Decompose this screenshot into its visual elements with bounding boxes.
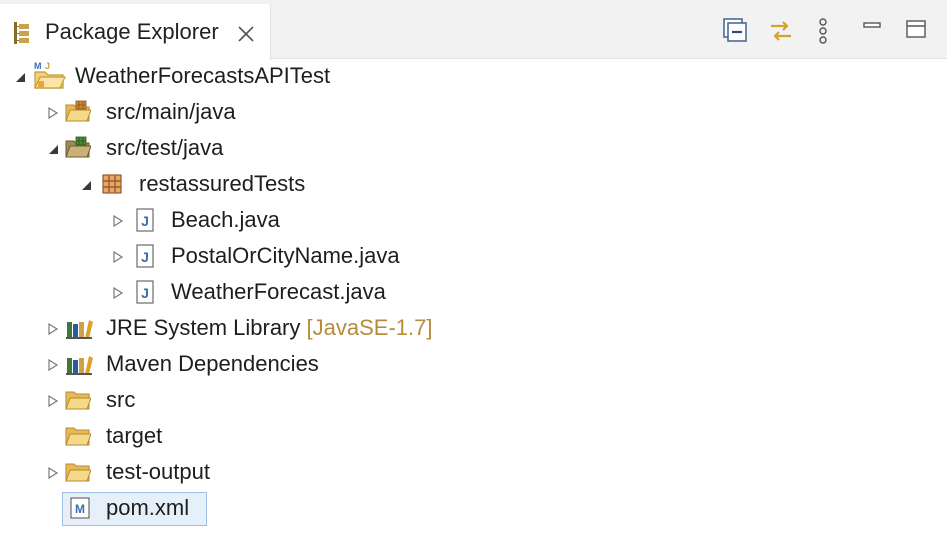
maximize-icon[interactable] <box>904 17 932 45</box>
tree-item-label: WeatherForecast.java <box>171 279 386 304</box>
tab-package-explorer[interactable]: Package Explorer <box>0 4 271 60</box>
tree-item-maven-dependencies[interactable]: Maven Dependencies <box>0 346 947 382</box>
library-icon <box>65 352 93 376</box>
tree-item-label: src/test/java <box>106 135 224 160</box>
tree-item-pom-xml[interactable]: M pom.xml <box>0 490 947 526</box>
library-version-decoration: [JavaSE-1.7] <box>306 315 433 340</box>
tree-item-label: pom.xml <box>106 495 190 520</box>
package-explorer-view: Package Explorer M J WeatherForecastsAPI… <box>0 0 947 547</box>
minimize-icon[interactable] <box>860 17 888 45</box>
tree-item-label: test-output <box>106 459 210 484</box>
source-folder-icon <box>65 136 92 160</box>
java-file-icon: J <box>133 280 159 304</box>
collapsed-triangle-icon[interactable] <box>47 466 59 480</box>
source-folder-icon <box>65 100 92 124</box>
collapse-all-icon[interactable] <box>722 17 750 45</box>
tree-item-beach-java[interactable]: J Beach.java <box>0 202 947 238</box>
tree-item-test-output[interactable]: test-output <box>0 454 947 490</box>
svg-text:J: J <box>141 285 149 301</box>
java-file-icon: J <box>133 244 159 268</box>
tree-item-postalorcityname-java[interactable]: J PostalOrCityName.java <box>0 238 947 274</box>
expanded-triangle-icon[interactable] <box>47 142 59 154</box>
expanded-triangle-icon[interactable] <box>14 70 26 82</box>
tree-item-weatherforecast-java[interactable]: J WeatherForecast.java <box>0 274 947 310</box>
package-explorer-icon <box>12 22 32 49</box>
folder-icon <box>65 460 92 484</box>
java-file-icon: J <box>133 208 159 232</box>
tree-item-src-test-java[interactable]: src/test/java <box>0 130 947 166</box>
svg-text:J: J <box>141 249 149 265</box>
tree-item-src-main-java[interactable]: src/main/java <box>0 94 947 130</box>
collapsed-triangle-icon[interactable] <box>112 286 124 300</box>
folder-icon <box>65 388 92 412</box>
library-icon <box>65 316 93 340</box>
collapsed-triangle-icon[interactable] <box>47 394 59 408</box>
svg-text:M: M <box>75 502 85 516</box>
folder-icon <box>65 424 92 448</box>
view-tab-bar: Package Explorer <box>0 0 947 60</box>
collapsed-triangle-icon[interactable] <box>47 358 59 372</box>
tree-item-label: src/main/java <box>106 99 236 124</box>
svg-text:M: M <box>34 61 42 71</box>
close-icon[interactable] <box>236 24 256 44</box>
package-icon <box>100 172 126 196</box>
maven-pom-icon: M <box>68 496 94 520</box>
svg-text:J: J <box>141 213 149 229</box>
tree-item-label: Maven Dependencies <box>106 351 319 376</box>
tree-item-package-restassuredtests[interactable]: restassuredTests <box>0 166 947 202</box>
tree-item-jre-system-library[interactable]: JRE System Library [JavaSE-1.7] <box>0 310 947 346</box>
maven-project-icon: M J <box>32 60 66 90</box>
tree-item-target[interactable]: target <box>0 418 947 454</box>
tree-item-label: restassuredTests <box>139 171 306 196</box>
view-title: Package Explorer <box>45 19 219 44</box>
tree-item-label: WeatherForecastsAPITest <box>75 63 331 88</box>
library-name: JRE System Library <box>106 315 301 340</box>
collapsed-triangle-icon[interactable] <box>47 322 59 336</box>
collapsed-triangle-icon[interactable] <box>112 214 124 228</box>
tree-item-src[interactable]: src <box>0 382 947 418</box>
expanded-triangle-icon[interactable] <box>80 178 92 190</box>
link-with-editor-icon[interactable] <box>767 17 795 45</box>
collapsed-triangle-icon[interactable] <box>47 106 59 120</box>
tree-item-label: target <box>106 423 163 448</box>
tree-item-label: PostalOrCityName.java <box>171 243 400 268</box>
view-menu-icon[interactable] <box>815 17 831 45</box>
tree-item-label: JRE System Library [JavaSE-1.7] <box>106 314 432 342</box>
tree-item-project[interactable]: M J WeatherForecastsAPITest <box>0 58 947 94</box>
tree-item-label: src <box>106 387 136 412</box>
tree-item-label: Beach.java <box>171 207 280 232</box>
collapsed-triangle-icon[interactable] <box>112 250 124 264</box>
svg-text:J: J <box>45 61 50 71</box>
project-tree: M J WeatherForecastsAPITest src/main/jav… <box>0 58 947 547</box>
